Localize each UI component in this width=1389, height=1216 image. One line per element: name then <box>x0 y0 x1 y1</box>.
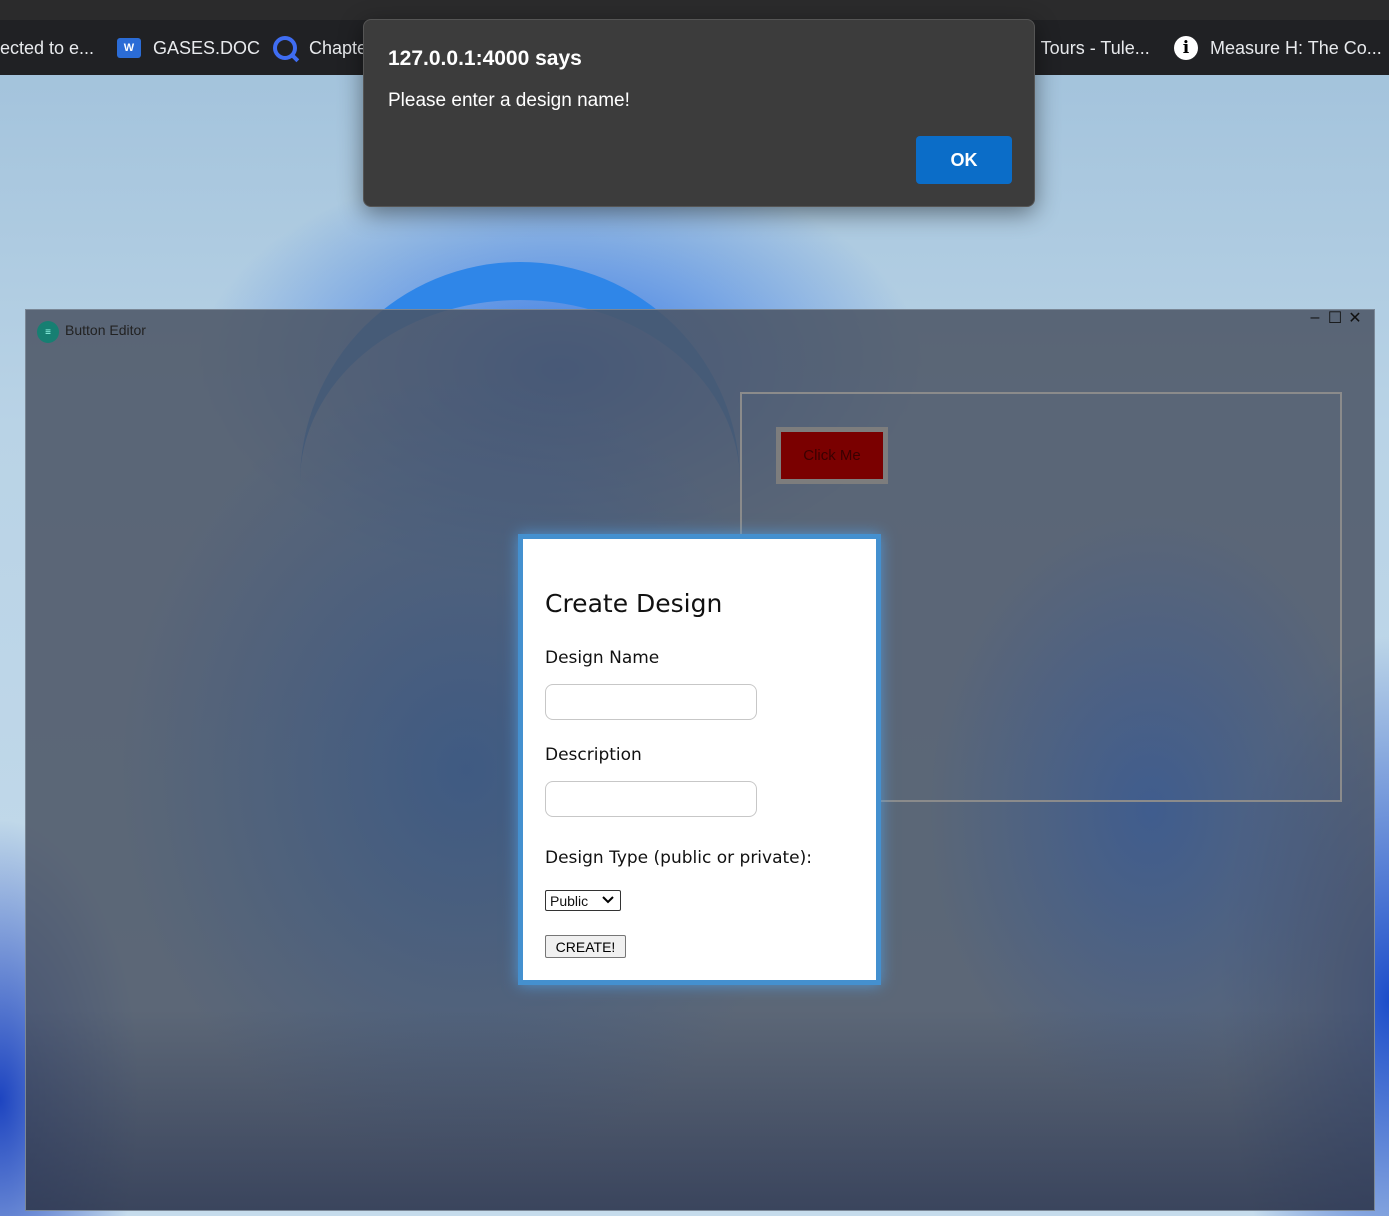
maximize-icon[interactable]: ☐ <box>1325 310 1345 327</box>
design-name-input[interactable] <box>545 684 757 720</box>
description-label: Description <box>545 745 642 765</box>
q-icon <box>273 36 297 60</box>
description-input[interactable] <box>545 781 757 817</box>
create-design-modal: Create Design Design Name Description De… <box>518 534 881 985</box>
preview-click-me-button[interactable]: Click Me <box>776 427 888 484</box>
design-type-label: Design Type (public or private): <box>545 848 812 868</box>
bookmark-label: Chapte <box>309 37 368 58</box>
bookmark-item-1[interactable]: ected to e... <box>0 34 94 62</box>
bookmark-label: l Tours - Tule... <box>1032 37 1150 58</box>
bookmark-label: Measure H: The Co... <box>1210 37 1382 58</box>
bookmark-label: GASES.DOC <box>153 37 261 58</box>
app-logo-icon: ≡ <box>37 321 59 343</box>
minimize-icon[interactable]: – <box>1305 310 1325 326</box>
close-icon[interactable]: ✕ <box>1345 310 1365 327</box>
design-type-selected: Public <box>550 892 589 909</box>
bookmark-item-4[interactable]: l Tours - Tule... <box>1032 34 1150 62</box>
info-icon: i <box>1174 36 1198 60</box>
bookmark-item-3[interactable]: Chapte <box>273 34 367 62</box>
alert-title: 127.0.0.1:4000 says <box>388 47 582 70</box>
alert-dialog: 127.0.0.1:4000 says Please enter a desig… <box>363 19 1035 207</box>
window-titlebar[interactable]: ≡ Button Editor – ☐ ✕ <box>26 310 1374 350</box>
tab-strip <box>0 0 1389 20</box>
backdrop-blur <box>26 1010 1374 1210</box>
word-icon: W <box>117 38 141 58</box>
bookmark-item-2[interactable]: W GASES.DOC <box>117 34 260 62</box>
bookmark-label: ected to e... <box>0 37 95 58</box>
design-type-select[interactable]: Public <box>545 890 621 911</box>
create-button[interactable]: CREATE! <box>545 935 626 958</box>
bookmark-item-5[interactable]: i Measure H: The Co... <box>1174 34 1382 62</box>
modal-title: Create Design <box>545 589 723 618</box>
window-title: Button Editor <box>65 322 146 338</box>
design-name-label: Design Name <box>545 648 660 668</box>
chevron-down-icon <box>602 892 614 911</box>
alert-message: Please enter a design name! <box>388 90 630 111</box>
ok-button[interactable]: OK <box>916 136 1012 184</box>
